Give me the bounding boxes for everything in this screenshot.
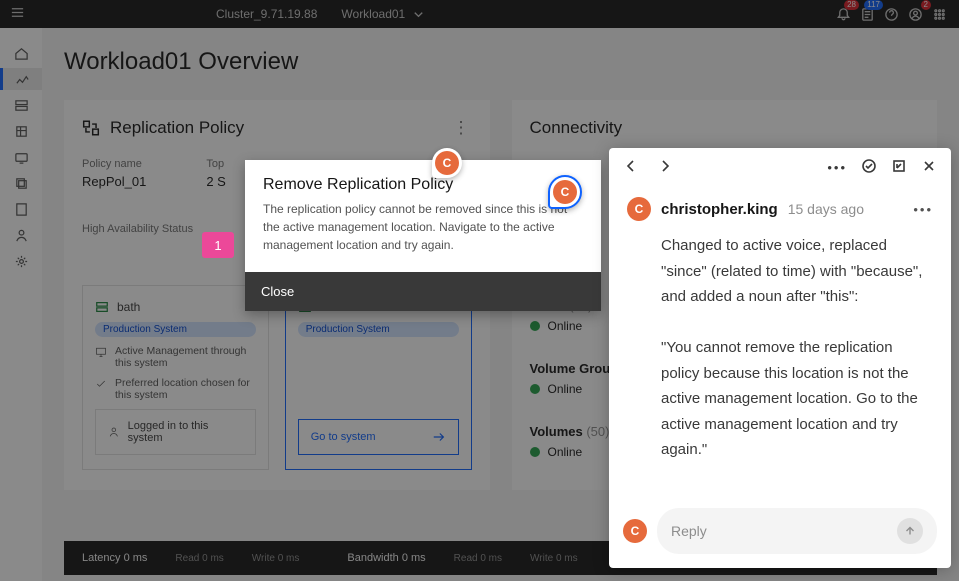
comment-close-icon[interactable]: [921, 158, 937, 177]
comment-resolve-icon[interactable]: [861, 158, 877, 177]
comment-item-menu-icon[interactable]: •••: [913, 202, 933, 217]
annotation-marker-1[interactable]: 1: [202, 232, 234, 258]
modal-body: The replication policy cannot be removed…: [245, 200, 601, 272]
comment-more-icon[interactable]: •••: [827, 160, 847, 175]
comment-time: 15 days ago: [788, 201, 864, 217]
comment-pin-a[interactable]: C: [432, 148, 462, 178]
comment-user: christopher.king: [661, 201, 778, 218]
reply-input[interactable]: Reply: [657, 508, 937, 554]
modal-close-button[interactable]: Close: [245, 272, 601, 311]
comment-panel: ••• C christopher.king 15 days ago ••• C…: [609, 148, 951, 568]
comment-prev-icon[interactable]: [623, 158, 639, 177]
comment-pin-b[interactable]: C: [548, 175, 582, 209]
pin-avatar-initial: C: [435, 151, 459, 175]
remove-policy-modal: Remove Replication Policy The replicatio…: [245, 160, 601, 311]
comment-para2: "You cannot remove the replication polic…: [661, 339, 918, 458]
comment-detach-icon[interactable]: [891, 158, 907, 177]
reply-avatar: C: [623, 519, 647, 543]
pin-avatar-initial: C: [553, 180, 577, 204]
comment-text: Changed to active voice, replaced "since…: [627, 233, 933, 463]
comment-para1: Changed to active voice, replaced "since…: [661, 237, 922, 305]
reply-placeholder: Reply: [671, 523, 707, 539]
comment-next-icon[interactable]: [657, 158, 673, 177]
reply-send-icon[interactable]: [897, 518, 923, 544]
comment-avatar: C: [627, 197, 651, 221]
